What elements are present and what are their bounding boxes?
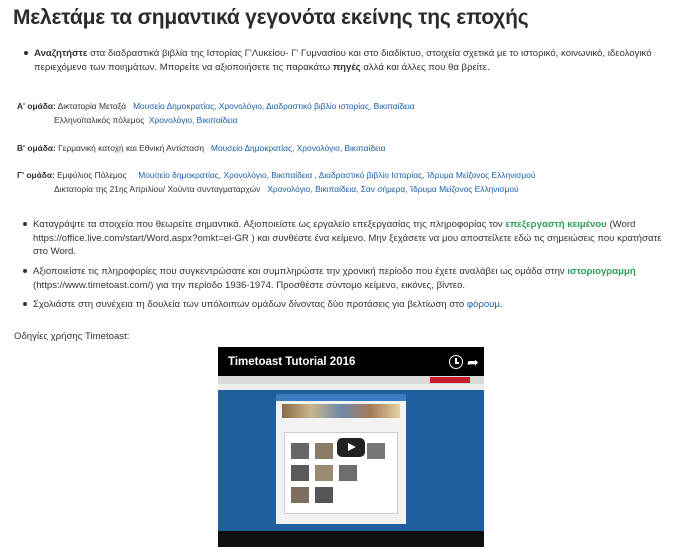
site-preview bbox=[276, 394, 406, 524]
browser-tabs-highlight bbox=[430, 377, 470, 383]
group-b-topic-1: Γερμανική κατοχή και Εθνική Αντίσταση bbox=[58, 143, 204, 153]
thumbnail bbox=[315, 465, 333, 481]
thumbnail bbox=[367, 443, 385, 459]
bullet-icon bbox=[23, 302, 27, 306]
group-a-row-2: Ελληνοϊταλικός πόλεμος Χρονολόγιο, Βικιπ… bbox=[54, 115, 238, 126]
group-b-links-1[interactable]: Μουσείο Δημοκρατίας, Χρονολόγιο, Βικιπαί… bbox=[211, 143, 385, 153]
bullet-icon bbox=[23, 269, 27, 273]
task-1-text-a: Καταγράψτε τα στοιχεία που θεωρείτε σημα… bbox=[33, 219, 506, 230]
word-processor-link[interactable]: επεξεργαστή κειμένου bbox=[505, 219, 606, 230]
intro-sources: πηγές bbox=[332, 61, 361, 73]
group-b-label: Β' ομάδα: bbox=[17, 143, 56, 153]
share-icon[interactable]: ➦ bbox=[467, 354, 479, 371]
clock-icon[interactable] bbox=[449, 355, 463, 369]
site-header bbox=[276, 394, 406, 401]
group-c-row-2: Δικτατορία της 21ης Απριλίου/ Χούντα συν… bbox=[54, 184, 519, 195]
group-c-topic-2: Δικτατορία της 21ης Απριλίου/ Χούντα συν… bbox=[54, 184, 261, 194]
video-title[interactable]: Timetoast Tutorial 2016 bbox=[228, 356, 355, 368]
group-a-topic-1: Δικτατορία Μεταξά bbox=[57, 101, 127, 111]
intro-text-2: αλλά και άλλες που θα βρείτε. bbox=[360, 61, 490, 73]
group-b-row-1: Β' ομάδα: Γερμανική κατοχή και Εθνική Αν… bbox=[17, 143, 385, 154]
intro-lead: Αναζητήστε bbox=[34, 48, 88, 59]
site-banner bbox=[282, 404, 400, 418]
task-3-text-b: . bbox=[499, 299, 503, 310]
group-a-links-2[interactable]: Χρονολόγιο, Βικιπαίδεια bbox=[149, 115, 238, 125]
group-c-topic-1: Εμφύλιος Πόλεμος bbox=[57, 170, 127, 180]
task-1: Καταγράψτε τα στοιχεία που θεωρείτε σημα… bbox=[23, 218, 673, 259]
thumbnail bbox=[315, 443, 333, 459]
timetoast-guide-label: Οδηγίες χρήσης Timetoast: bbox=[14, 331, 130, 342]
group-a-topic-2: Ελληνοϊταλικός πόλεμος bbox=[54, 115, 145, 125]
thumbnail bbox=[291, 487, 309, 503]
group-c-links-1[interactable]: Μουσείο δημοκρατίας, Χρονολόγιο, Βικιπαί… bbox=[138, 170, 535, 180]
thumbnail bbox=[291, 465, 309, 481]
thumbnail bbox=[315, 487, 333, 503]
task-2-text-b: (https://www.timetoast.com/) για την περ… bbox=[33, 279, 466, 291]
thumbnail bbox=[291, 443, 309, 459]
group-a-row-1: Α' ομάδα: Δικτατορία Μεταξά Μουσείο Δημο… bbox=[17, 101, 415, 112]
group-c-links-2[interactable]: Χρονολόγιο, Βικιπαίδεια, Σαν σήμερα, Ίδρ… bbox=[267, 184, 518, 194]
thumbnail bbox=[339, 465, 357, 481]
task-2-text-a: Αξιοποιείστε τις πληροφορίες που συγκεντ… bbox=[33, 266, 568, 277]
timeline-link[interactable]: ιστοριογραμμή bbox=[567, 266, 635, 277]
bullet-icon bbox=[23, 222, 27, 226]
group-c-row-1: Γ' ομάδα: Εμφύλιος Πόλεμος Μουσείο δημοκ… bbox=[17, 170, 535, 181]
group-a-links-1[interactable]: Μουσείο Δημοκρατίας, Χρονολόγιο, Διαδρασ… bbox=[133, 101, 415, 111]
video-player[interactable]: Timetoast Tutorial 2016 ➦ bbox=[218, 347, 484, 547]
forum-link[interactable]: φόρουμ bbox=[467, 299, 500, 310]
group-a-label: Α' ομάδα: bbox=[17, 101, 56, 111]
task-2: Αξιοποιείστε τις πληροφορίες που συγκεντ… bbox=[23, 265, 673, 292]
browser-bookmarks-bar bbox=[218, 384, 484, 390]
video-controls-bar bbox=[218, 531, 484, 547]
play-icon[interactable] bbox=[337, 438, 365, 457]
task-3-text-a: Σχολιάστε στη συνέχεια τη δουλεία των υπ… bbox=[33, 299, 467, 310]
bullet-icon bbox=[24, 51, 28, 55]
task-3: Σχολιάστε στη συνέχεια τη δουλεία των υπ… bbox=[23, 298, 673, 312]
intro-paragraph: Αναζητήστε στα διαδραστικά βιβλία της Ισ… bbox=[24, 47, 674, 74]
group-c-label: Γ' ομάδα: bbox=[17, 170, 55, 180]
page-title: Μελετάμε τα σημαντικά γεγονότα εκείνης τ… bbox=[13, 6, 529, 29]
